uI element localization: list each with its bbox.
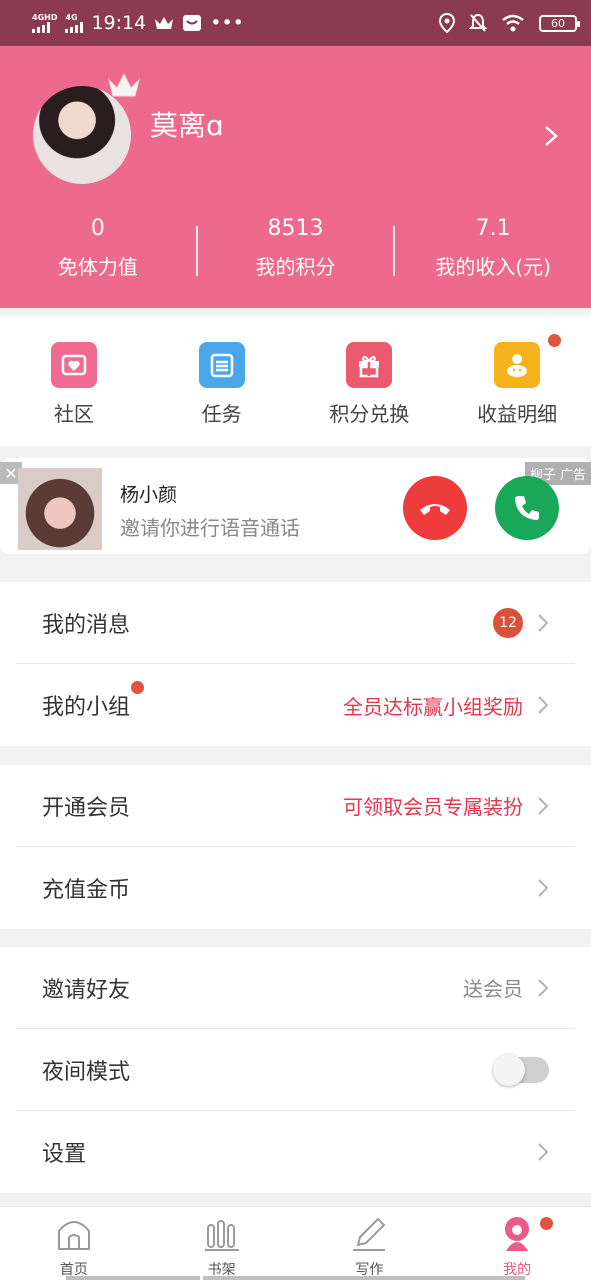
signal-icon-2: 4G	[65, 12, 84, 33]
quick-action-label: 任务	[201, 402, 242, 426]
network-type-label: 4GHD	[32, 12, 58, 22]
quick-action-task[interactable]: 任务	[148, 316, 296, 446]
stat-value: 8513	[267, 216, 324, 241]
location-icon	[439, 13, 455, 33]
caller-avatar	[18, 468, 102, 550]
gesture-bar	[203, 1276, 525, 1280]
quick-action-community[interactable]: 社区	[0, 316, 148, 446]
chevron-right-icon	[538, 879, 549, 897]
battery-icon: 60	[539, 14, 580, 32]
call-ad-banner[interactable]: ✕ 柳子 广告 杨小颜 邀请你进行语音通话	[0, 458, 591, 554]
crown-icon	[155, 17, 174, 29]
stat-label: 我的积分	[255, 255, 336, 279]
menu-item-settings[interactable]: 设置	[16, 1111, 575, 1193]
chevron-right-icon	[538, 613, 549, 632]
earnings-icon	[494, 342, 541, 388]
avatar-image	[33, 86, 131, 184]
home-icon	[57, 1221, 90, 1250]
vip-crown-icon	[108, 72, 140, 97]
chevron-right-icon	[538, 696, 549, 714]
avatar[interactable]	[33, 72, 140, 184]
stat-stamina[interactable]: 0 免体力值	[0, 216, 196, 280]
menu-item-recharge[interactable]: 充值金币	[16, 847, 575, 929]
write-icon	[353, 1217, 386, 1251]
message-icon	[183, 15, 202, 31]
signal-icon: 4GHD	[32, 12, 58, 33]
bookshelf-icon	[204, 1220, 239, 1251]
battery-level: 60	[551, 16, 565, 30]
stat-value: 7.1	[475, 216, 511, 241]
menu-item-messages[interactable]: 我的消息 12	[16, 582, 575, 664]
stats-row: 0 免体力值 8513 我的积分 7.1 我的收入(元)	[0, 216, 591, 280]
menu-section-1: 我的消息 12 我的小组 全员达标赢小组奖励	[0, 582, 591, 746]
menu-item-invite[interactable]: 邀请好友 送会员	[16, 947, 575, 1029]
menu-item-hint: 可领取会员专属装扮	[343, 795, 523, 819]
more-notifications-icon: •••	[210, 12, 244, 34]
call-subtitle: 邀请你进行语音通话	[120, 516, 300, 540]
hangup-icon	[420, 504, 450, 515]
community-icon	[50, 342, 97, 388]
menu-item-title: 我的消息	[42, 612, 131, 638]
notification-dot	[548, 334, 561, 347]
mute-bell-icon	[469, 13, 487, 32]
menu-item-title: 邀请好友	[42, 977, 131, 1003]
menu-item-title: 开通会员	[42, 795, 131, 821]
notification-dot	[540, 1217, 553, 1230]
decline-call-button[interactable]	[403, 476, 467, 540]
notification-dot	[131, 681, 145, 694]
quick-action-label: 收益明细	[477, 402, 558, 426]
quick-actions: 社区 任务 积分兑换 收益明细	[0, 316, 591, 446]
quick-action-label: 积分兑换	[329, 402, 410, 426]
stat-value: 0	[90, 216, 105, 241]
quick-action-earnings[interactable]: 收益明细	[443, 316, 591, 446]
chevron-right-icon	[538, 978, 549, 997]
profile-icon	[505, 1217, 530, 1251]
gesture-bar	[66, 1276, 200, 1280]
nav-home[interactable]: 首页	[0, 1207, 148, 1280]
menu-item-title-text: 我的小组	[42, 695, 131, 720]
quick-action-points-exchange[interactable]: 积分兑换	[296, 316, 444, 446]
nav-profile[interactable]: 我的	[443, 1207, 591, 1280]
status-time: 19:14	[91, 12, 147, 34]
wifi-icon	[502, 14, 524, 32]
unread-badge: 12	[493, 607, 523, 638]
nav-write[interactable]: 写作	[296, 1207, 444, 1280]
stat-income[interactable]: 7.1 我的收入(元)	[395, 216, 591, 280]
stat-points[interactable]: 8513 我的积分	[198, 216, 394, 280]
menu-section-2: 开通会员 可领取会员专属装扮 充值金币	[0, 765, 591, 929]
night-mode-toggle[interactable]	[493, 1053, 549, 1086]
menu-item-title: 设置	[42, 1142, 87, 1167]
caller-name: 杨小颜	[120, 484, 178, 506]
bottom-nav: 首页 书架 写作 我的	[0, 1206, 591, 1280]
menu-item-group[interactable]: 我的小组 全员达标赢小组奖励	[16, 664, 575, 746]
menu-item-hint: 送会员	[463, 977, 523, 1001]
stat-label: 免体力值	[57, 255, 138, 279]
network-type-label-2: 4G	[65, 12, 78, 22]
chevron-right-icon	[538, 796, 549, 815]
menu-item-title: 我的小组	[16, 681, 145, 721]
menu-item-title: 充值金币	[42, 878, 131, 903]
profile-header[interactable]: 莫离ɑ 0 免体力值 8513 我的积分 7.1 我的收入(元)	[0, 46, 591, 308]
menu-section-3: 邀请好友 送会员 夜间模式 设置	[0, 947, 591, 1193]
chevron-right-icon	[538, 1143, 549, 1161]
menu-item-title: 夜间模式	[42, 1059, 131, 1085]
gift-icon	[346, 342, 393, 388]
menu-item-vip[interactable]: 开通会员 可领取会员专属装扮	[16, 765, 575, 847]
quick-action-label: 社区	[53, 402, 94, 426]
username: 莫离ɑ	[150, 109, 224, 142]
menu-item-hint: 全员达标赢小组奖励	[343, 694, 523, 719]
nav-bookshelf[interactable]: 书架	[148, 1207, 296, 1280]
stat-label: 我的收入(元)	[435, 255, 551, 279]
menu-item-night-mode: 夜间模式	[16, 1029, 575, 1111]
phone-icon	[515, 496, 539, 520]
status-bar: 4GHD 4G 19:14 ••• 60	[0, 0, 591, 46]
accept-call-button[interactable]	[495, 476, 559, 540]
chevron-right-icon[interactable]	[543, 124, 559, 148]
task-icon	[198, 342, 245, 388]
